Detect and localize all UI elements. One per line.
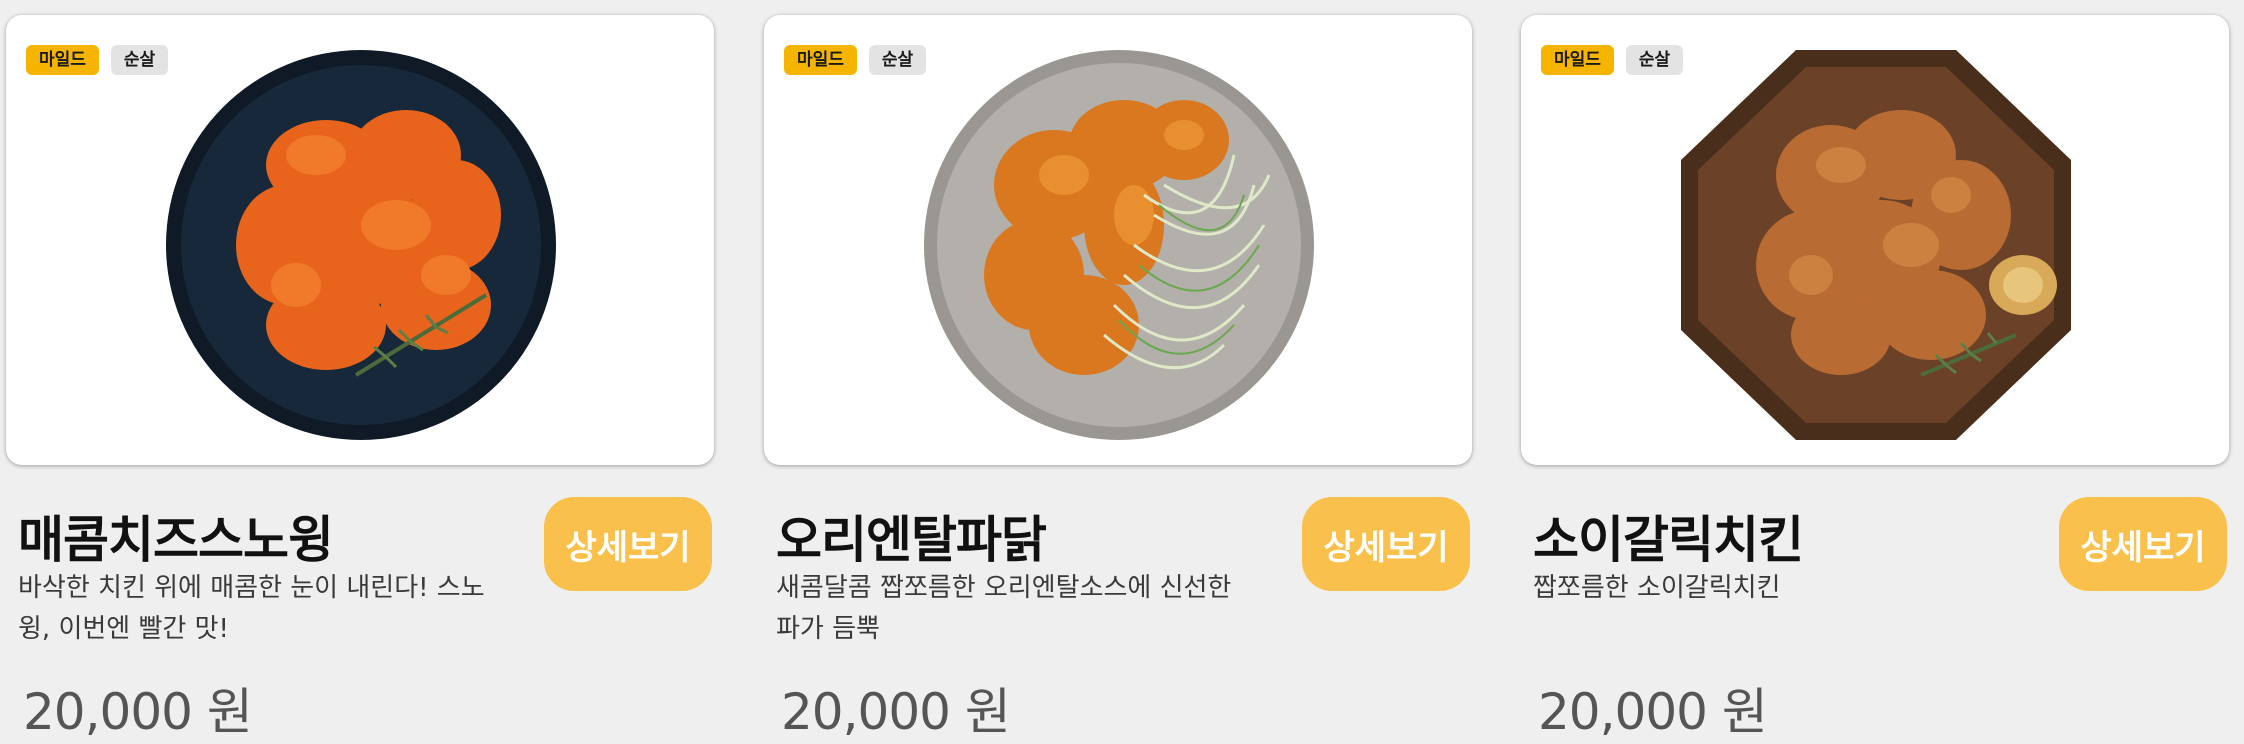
menu-description: 바삭한 치킨 위에 매콤한 눈이 내린다! 스노윙, 이번엔 빨간 맛! <box>18 573 485 644</box>
menu-image-frame: 마일드 순살 <box>1521 15 2229 465</box>
menu-price: 20,000 원 <box>781 683 1011 741</box>
boneless-tag: 순살 <box>1625 45 1684 75</box>
menu-title: 오리엔탈파닭 <box>776 511 1047 569</box>
spice-level-tag: 마일드 <box>784 45 857 75</box>
menu-title: 소이갈릭치킨 <box>1533 511 1804 569</box>
detail-button[interactable]: 상세보기 <box>1302 497 1470 591</box>
menu-description: 짭쪼름한 소이갈릭치킨 <box>1533 573 1781 603</box>
menu-price: 20,000 원 <box>23 683 253 741</box>
boneless-tag: 순살 <box>868 45 927 75</box>
menu-description: 새콤달콤 짭쪼름한 오리엔탈소스에 신선한 파가 듬뿍 <box>776 573 1232 644</box>
menu-grid: 마일드 순살 매콤치즈스노윙 바삭한 치킨 위에 매콤한 눈이 내린다! 스노윙… <box>0 0 2244 742</box>
tag-list: 마일드 순살 <box>1541 45 1684 75</box>
menu-card: 마일드 순살 <box>6 0 718 742</box>
menu-image <box>924 50 1314 440</box>
boneless-tag: 순살 <box>110 45 169 75</box>
tag-list: 마일드 순살 <box>26 45 169 75</box>
menu-image-frame: 마일드 순살 <box>6 15 714 465</box>
menu-image <box>1681 50 2071 440</box>
menu-price: 20,000 원 <box>1538 683 1768 741</box>
menu-image-frame: 마일드 순살 <box>764 15 1472 465</box>
menu-image <box>166 50 556 440</box>
tag-list: 마일드 순살 <box>784 45 927 75</box>
detail-button[interactable]: 상세보기 <box>2059 497 2227 591</box>
menu-card: 마일드 순살 <box>764 0 1476 742</box>
menu-card: 마일드 순살 <box>1521 0 2233 742</box>
spice-level-tag: 마일드 <box>1541 45 1614 75</box>
detail-button[interactable]: 상세보기 <box>544 497 712 591</box>
spice-level-tag: 마일드 <box>26 45 99 75</box>
menu-title: 매콤치즈스노윙 <box>18 511 334 569</box>
